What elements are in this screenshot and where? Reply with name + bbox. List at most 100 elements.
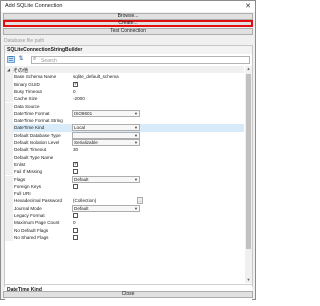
checkbox-unchecked[interactable] [73, 234, 78, 240]
property-row[interactable]: Flags Default ▼ [5, 175, 244, 183]
property-row[interactable]: Default Database Type ▼ [5, 131, 244, 139]
dialog-window: Add SQLite Connection ✕ Browse... Create… [0, 0, 256, 306]
property-name: Default Type Name [14, 154, 54, 160]
property-dropdown[interactable]: ISO8601 ▼ [72, 109, 140, 117]
property-grid: SQLiteConnectionStringBuilder ☰ ⇅ ⌕ Sear… [4, 45, 253, 306]
property-row[interactable]: Data Source [5, 102, 244, 110]
property-row[interactable]: No Shared Flags [5, 233, 244, 242]
property-row[interactable]: Busy Timeout 0 [5, 87, 244, 96]
property-name: No Shared Flags [14, 234, 49, 240]
property-row[interactable]: Binary GUID ✓ [5, 80, 244, 88]
search-icon: ⌕ [33, 56, 37, 62]
chevron-down-icon[interactable]: ▼ [134, 140, 138, 145]
property-row[interactable]: Foreign Keys [5, 182, 244, 191]
ellipsis-button[interactable]: ... [137, 197, 143, 205]
property-dropdown[interactable]: Default ▼ [72, 175, 140, 183]
row-gutter [5, 109, 13, 118]
checkbox-unchecked[interactable] [73, 183, 78, 189]
chevron-down-icon[interactable]: ▼ [134, 111, 138, 116]
property-search-input[interactable]: ⌕ Search [31, 56, 250, 64]
row-gutter [5, 73, 13, 81]
row-gutter [5, 95, 13, 103]
property-value[interactable]: sqlite_default_schema [73, 74, 119, 79]
test-connection-button[interactable]: Test Connection [3, 28, 253, 35]
property-row[interactable]: Full URI [5, 190, 244, 198]
property-row[interactable]: Hexadecimal Password (Collection) ... [5, 197, 244, 205]
category-header[interactable]: ◢ その他 [5, 66, 244, 74]
browse-button[interactable]: Browse... [3, 13, 253, 20]
property-dropdown[interactable]: ▼ [72, 131, 140, 139]
property-row[interactable]: No Default Flags [5, 226, 244, 234]
property-value[interactable]: (Collection) [73, 198, 96, 203]
close-window-icon[interactable]: ✕ [241, 1, 255, 12]
row-gutter [5, 146, 13, 154]
property-row[interactable]: Fail If Missing [5, 168, 244, 176]
property-name: Base Schema Name [14, 74, 57, 80]
scrollbar-thumb[interactable] [246, 74, 251, 249]
row-gutter [5, 153, 13, 161]
property-row[interactable]: Enlist ✓ [5, 160, 244, 169]
row-gutter [5, 87, 13, 96]
close-button[interactable]: Close [3, 291, 253, 298]
dropdown-value: Local [74, 125, 85, 131]
row-gutter [5, 204, 13, 212]
row-gutter [5, 190, 13, 198]
property-row[interactable]: DateTime Format String [5, 117, 244, 125]
property-name: Maximum Page Count [14, 220, 60, 226]
property-name: Cache Size [14, 96, 38, 102]
property-row[interactable]: Base Schema Name sqlite_default_schema [5, 73, 244, 81]
scroll-up-icon[interactable]: ▲ [245, 66, 252, 72]
property-name: No Default Flags [14, 227, 49, 233]
property-row[interactable]: Legacy Format [5, 212, 244, 220]
checkbox-checked[interactable]: ✓ [73, 161, 78, 167]
property-row[interactable]: Default Isolation Level Serializable ▼ [5, 139, 244, 147]
property-value[interactable]: 0 [73, 89, 76, 94]
property-value[interactable]: -2000 [73, 96, 85, 101]
alphabetical-sort-icon[interactable]: ⇅ [17, 56, 25, 63]
property-value[interactable]: 30 [73, 147, 78, 152]
property-row[interactable]: Maximum Page Count 0 [5, 219, 244, 227]
scroll-down-icon[interactable]: ▼ [245, 277, 252, 283]
window-title: Add SQLite Connection [5, 3, 63, 9]
chevron-down-icon[interactable]: ▼ [134, 206, 138, 211]
chevron-down-icon[interactable]: ▼ [134, 125, 138, 130]
row-gutter [5, 124, 13, 132]
property-dropdown[interactable]: Local ▼ [72, 124, 140, 132]
row-gutter [5, 80, 13, 88]
property-name: Busy Timeout [14, 88, 42, 94]
vertical-scrollbar[interactable]: ▲ ▼ [245, 66, 252, 283]
property-name: Enlist [14, 161, 26, 167]
chevron-down-icon[interactable]: ▼ [134, 133, 138, 138]
dropdown-value: Default [74, 205, 89, 211]
property-row-selected[interactable]: DateTime Kind Local ▼ [5, 124, 244, 132]
property-row[interactable]: Journal Mode Default ▼ [5, 204, 244, 212]
property-row[interactable]: DateTime Format ISO8601 ▼ [5, 109, 244, 118]
property-row[interactable]: Default Type Name [5, 153, 244, 161]
property-value[interactable]: 0 [73, 220, 76, 225]
row-gutter [5, 219, 13, 227]
categorized-view-icon[interactable]: ☰ [7, 56, 15, 63]
chevron-down-icon[interactable]: ▼ [134, 177, 138, 182]
row-gutter [5, 168, 13, 176]
property-name: Flags [14, 176, 26, 182]
checkbox-unchecked[interactable] [73, 227, 78, 233]
title-bar: Add SQLite Connection ✕ [1, 1, 255, 12]
property-name: DateTime Format String [14, 118, 63, 124]
dropdown-value: Serializable [74, 140, 98, 145]
property-grid-title: SQLiteConnectionStringBuilder [5, 46, 252, 54]
checkbox-unchecked[interactable] [73, 169, 78, 175]
dropdown-value: Default [74, 176, 89, 182]
property-row[interactable]: Default Timeout 30 [5, 146, 244, 154]
property-row[interactable]: Cache Size -2000 [5, 95, 244, 103]
property-name: Foreign Keys [14, 183, 42, 189]
collapse-icon[interactable]: ◢ [7, 67, 10, 72]
row-gutter [5, 117, 13, 125]
property-dropdown[interactable]: Serializable ▼ [72, 139, 140, 146]
row-gutter [5, 182, 13, 191]
create-button[interactable]: Create... [3, 20, 253, 27]
property-name: DateTime Format [14, 110, 50, 116]
property-dropdown[interactable]: Default ▼ [72, 204, 140, 212]
checkbox-checked[interactable]: ✓ [73, 81, 78, 87]
row-gutter [5, 175, 13, 183]
checkbox-unchecked[interactable] [73, 213, 78, 218]
